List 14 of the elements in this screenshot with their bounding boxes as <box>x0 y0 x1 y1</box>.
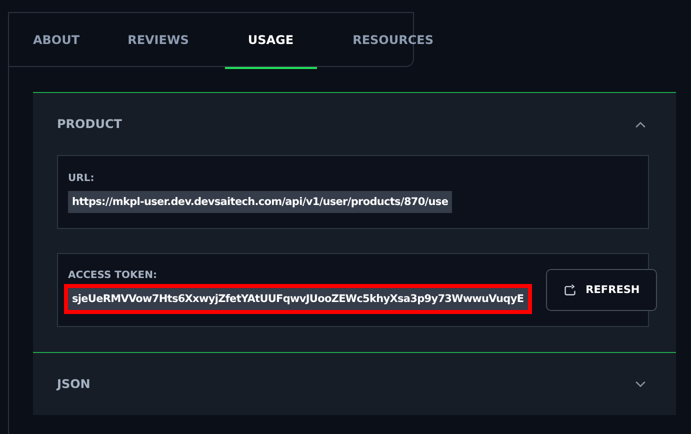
field-label: URL: <box>68 172 96 184</box>
field-label: ACCESS TOKEN: <box>68 270 158 281</box>
field-value: sjeUeRMVVow7Hts6XxwyjZfetYAtUUFqwvJUooZEWc5khyXsa3p9y73WwwuVuqyE <box>68 288 528 310</box>
chevron-icon[interactable] <box>635 380 646 388</box>
tab[interactable]: RESOURCES <box>340 13 446 69</box>
refresh-button[interactable]: REFRESH <box>546 269 657 311</box>
chevron-icon[interactable] <box>635 120 646 128</box>
section-title: JSON <box>57 377 90 391</box>
refresh-icon <box>564 284 576 296</box>
field-value: https://mkpl-user.dev.devsaitech.com/api/v1/user/products/870/use <box>68 190 452 212</box>
tab[interactable]: REVIEWS <box>116 13 201 69</box>
section-title: PRODUCT <box>57 117 122 131</box>
tab[interactable]: ABOUT <box>21 13 92 69</box>
tab[interactable]: USAGE <box>224 13 317 69</box>
